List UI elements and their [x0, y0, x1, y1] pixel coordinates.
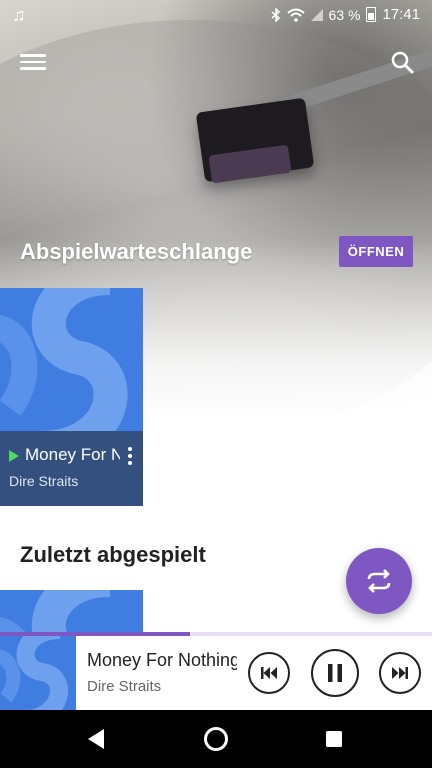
mini-player-track-title: Money For Nothing	[87, 650, 237, 670]
pause-icon	[328, 664, 342, 682]
album-art	[0, 288, 143, 431]
skip-next-button[interactable]	[379, 652, 421, 694]
clock: 17:41	[382, 6, 420, 23]
back-icon[interactable]	[82, 724, 112, 754]
wifi-icon	[286, 8, 305, 22]
mini-player-artist: Dire Straits	[87, 678, 162, 695]
queue-card-meta: Money For Nothing Dire Straits	[0, 431, 143, 506]
open-queue-button[interactable]: ÖFFNEN	[339, 236, 413, 267]
battery-percent: 63 %	[328, 6, 361, 23]
bluetooth-icon	[271, 7, 280, 22]
album-art	[0, 590, 143, 638]
repeat-icon	[367, 569, 391, 593]
pause-button[interactable]	[311, 649, 359, 697]
mini-player[interactable]: Money For Nothing Dire Straits	[0, 636, 432, 710]
status-icons: 63 % 17:41	[271, 6, 420, 23]
recent-card[interactable]	[0, 590, 143, 638]
home-icon[interactable]	[201, 724, 231, 754]
navigation-bar	[0, 710, 432, 768]
signal-icon	[310, 8, 323, 21]
queue-track-title: Money For Nothing	[25, 445, 120, 464]
skip-previous-icon	[261, 667, 277, 679]
recents-icon[interactable]	[319, 724, 349, 754]
more-options-icon[interactable]	[124, 445, 136, 469]
search-icon[interactable]	[390, 50, 416, 76]
status-bar: ♫ 63 % 17:41	[0, 0, 432, 30]
queue-section-title: Abspielwarteschlange	[20, 239, 253, 264]
mini-player-album-art	[0, 636, 76, 710]
queue-card[interactable]: Money For Nothing Dire Straits	[0, 288, 143, 506]
queue-track-artist: Dire Straits	[9, 473, 79, 489]
recent-section-title: Zuletzt abgespielt	[20, 542, 206, 567]
battery-icon	[366, 7, 377, 22]
skip-previous-button[interactable]	[248, 652, 290, 694]
repeat-button[interactable]	[346, 548, 412, 614]
skip-next-icon	[392, 667, 408, 679]
music-note-icon: ♫	[12, 5, 26, 25]
now-playing-icon	[9, 450, 19, 462]
menu-icon[interactable]	[20, 50, 46, 74]
